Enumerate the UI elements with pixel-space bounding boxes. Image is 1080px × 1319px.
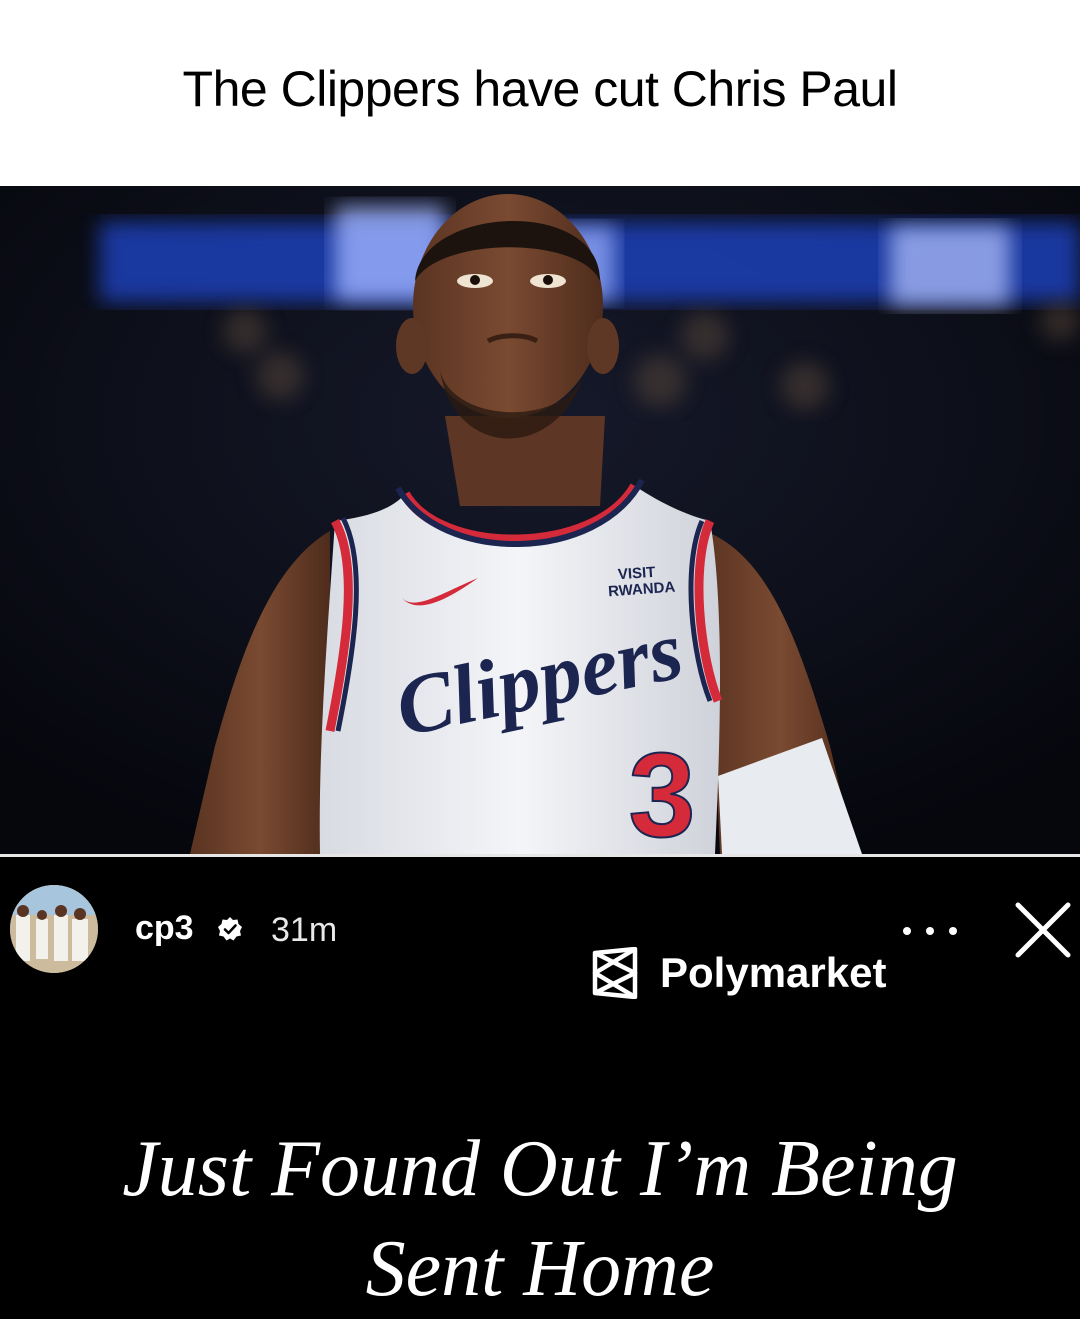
polymarket-logo-icon (592, 947, 638, 999)
headline-line-2: Sent Home (365, 1225, 715, 1313)
avatar[interactable] (10, 885, 98, 973)
story-headline: Just Found Out I’m Being Sent Home (0, 1119, 1080, 1319)
headline-line-1: Just Found Out I’m Being (122, 1125, 958, 1213)
sponsor-tag[interactable]: Polymarket (590, 945, 886, 1001)
close-icon[interactable] (1012, 899, 1074, 961)
sponsor-name: Polymarket (660, 949, 887, 996)
meme-caption: The Clippers have cut Chris Paul (0, 0, 1080, 186)
more-dot (949, 927, 957, 935)
player-photo: VISIT RWANDA Clippers 3 (0, 186, 1080, 854)
avatar-image (10, 885, 98, 973)
post-timestamp: 31m (271, 911, 338, 949)
more-options-icon[interactable] (903, 921, 957, 941)
verified-badge-icon (218, 917, 242, 941)
username[interactable]: cp3 (135, 909, 194, 948)
more-dot (903, 927, 911, 935)
instagram-story: cp3 31m Polymarket Just Found Out I’m Be… (0, 857, 1080, 1313)
jersey-number: 3 (629, 728, 696, 854)
more-dot (926, 927, 934, 935)
caption-text: The Clippers have cut Chris Paul (182, 61, 898, 117)
player-photo-illustration: VISIT RWANDA Clippers 3 (0, 186, 1080, 854)
